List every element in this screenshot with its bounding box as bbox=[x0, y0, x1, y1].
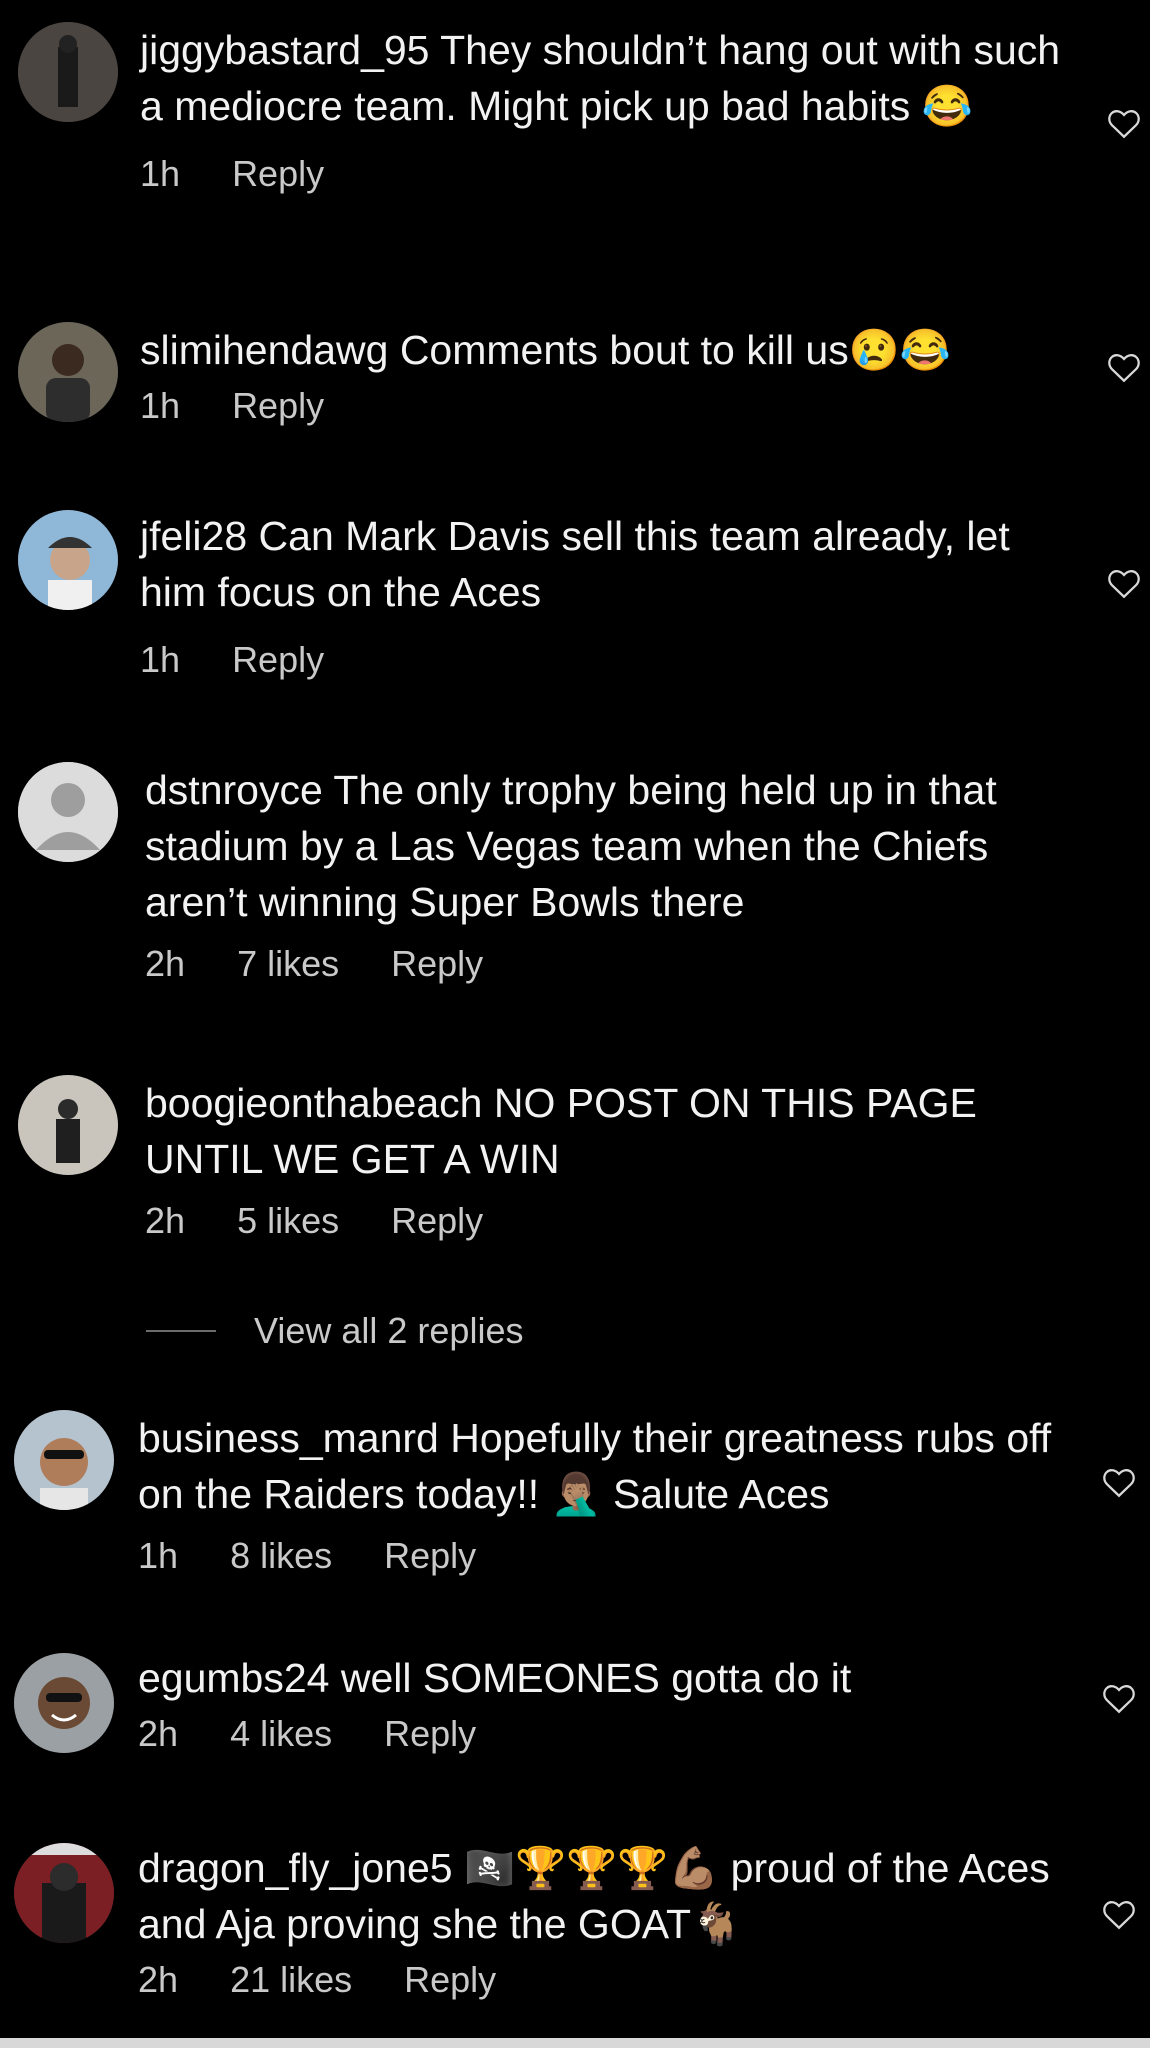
avatar[interactable] bbox=[14, 1410, 114, 1510]
comment-meta: 1h 8 likes Reply bbox=[138, 1534, 1068, 1578]
comment-body: Can Mark Davis sell this team already, l… bbox=[140, 513, 1010, 615]
comment-meta: 2h 21 likes Reply bbox=[138, 1958, 1068, 2002]
reply-button[interactable]: Reply bbox=[404, 1958, 496, 2002]
comment-text: jiggybastard_95 They shouldn’t hang out … bbox=[140, 22, 1070, 134]
heart-outline-icon[interactable] bbox=[1102, 1683, 1136, 1715]
comment-meta: 1h Reply bbox=[140, 152, 1070, 196]
comment-text: egumbs24 well SOMEONES gotta do it bbox=[138, 1650, 1068, 1706]
timestamp: 1h bbox=[140, 153, 181, 194]
comment-text: boogieonthabeach NO POST ON THIS PAGE UN… bbox=[145, 1075, 1075, 1187]
like-count[interactable]: 5 likes bbox=[237, 1199, 339, 1243]
bottom-edge bbox=[0, 2038, 1150, 2048]
reply-button[interactable]: Reply bbox=[391, 942, 483, 986]
username[interactable]: jfeli28 bbox=[140, 513, 247, 559]
heart-outline-icon[interactable] bbox=[1107, 108, 1141, 140]
like-count[interactable]: 8 likes bbox=[230, 1534, 332, 1578]
avatar[interactable] bbox=[14, 1653, 114, 1753]
username[interactable]: dragon_fly_jone5 bbox=[138, 1845, 453, 1891]
heart-outline-icon[interactable] bbox=[1107, 352, 1141, 384]
comment-meta: 2h 4 likes Reply bbox=[138, 1712, 1068, 1756]
view-replies-button[interactable]: View all 2 replies bbox=[146, 1310, 523, 1352]
avatar[interactable] bbox=[18, 22, 118, 122]
like-count[interactable]: 7 likes bbox=[237, 942, 339, 986]
heart-outline-icon[interactable] bbox=[1102, 1899, 1136, 1931]
username[interactable]: business_manrd bbox=[138, 1415, 439, 1461]
reply-button[interactable]: Reply bbox=[384, 1712, 476, 1756]
timestamp: 1h bbox=[140, 385, 181, 426]
divider-line bbox=[146, 1330, 216, 1332]
comment-text: dragon_fly_jone5 🏴‍☠️🏆🏆🏆💪🏽 proud of the … bbox=[138, 1840, 1068, 1952]
username[interactable]: dstnroyce bbox=[145, 767, 323, 813]
username[interactable]: boogieonthabeach bbox=[145, 1080, 482, 1126]
reply-button[interactable]: Reply bbox=[232, 152, 324, 196]
reply-button[interactable]: Reply bbox=[232, 638, 324, 682]
avatar[interactable] bbox=[14, 1843, 114, 1943]
username[interactable]: slimihendawg bbox=[140, 327, 388, 373]
reply-button[interactable]: Reply bbox=[384, 1534, 476, 1578]
username[interactable]: egumbs24 bbox=[138, 1655, 329, 1701]
comment-body: Comments bout to kill us😢😂 bbox=[399, 327, 951, 373]
comment-text: slimihendawg Comments bout to kill us😢😂 bbox=[140, 322, 1070, 378]
avatar[interactable] bbox=[18, 762, 118, 862]
timestamp: 1h bbox=[138, 1535, 179, 1576]
comment-body: well SOMEONES gotta do it bbox=[340, 1655, 852, 1701]
heart-outline-icon[interactable] bbox=[1107, 568, 1141, 600]
reply-button[interactable]: Reply bbox=[232, 384, 324, 428]
timestamp: 2h bbox=[138, 1959, 179, 2000]
comment-text: jfeli28 Can Mark Davis sell this team al… bbox=[140, 508, 1070, 620]
avatar[interactable] bbox=[18, 322, 118, 422]
comment-text: dstnroyce The only trophy being held up … bbox=[145, 762, 1075, 930]
like-count[interactable]: 4 likes bbox=[230, 1712, 332, 1756]
comment-meta: 2h 5 likes Reply bbox=[145, 1199, 1075, 1243]
heart-outline-icon[interactable] bbox=[1102, 1467, 1136, 1499]
reply-button[interactable]: Reply bbox=[391, 1199, 483, 1243]
comment-meta: 1h Reply bbox=[140, 638, 1070, 682]
like-count[interactable]: 21 likes bbox=[230, 1958, 352, 2002]
username[interactable]: jiggybastard_95 bbox=[140, 27, 429, 73]
timestamp: 1h bbox=[140, 639, 181, 680]
avatar[interactable] bbox=[18, 510, 118, 610]
view-replies-label: View all 2 replies bbox=[254, 1310, 524, 1351]
timestamp: 2h bbox=[145, 943, 186, 984]
timestamp: 2h bbox=[145, 1200, 186, 1241]
avatar[interactable] bbox=[18, 1075, 118, 1175]
comment-text: business_manrd Hopefully their greatness… bbox=[138, 1410, 1068, 1522]
comment-meta: 2h 7 likes Reply bbox=[145, 942, 1075, 986]
timestamp: 2h bbox=[138, 1713, 179, 1754]
comment-meta: 1h Reply bbox=[140, 384, 1070, 428]
